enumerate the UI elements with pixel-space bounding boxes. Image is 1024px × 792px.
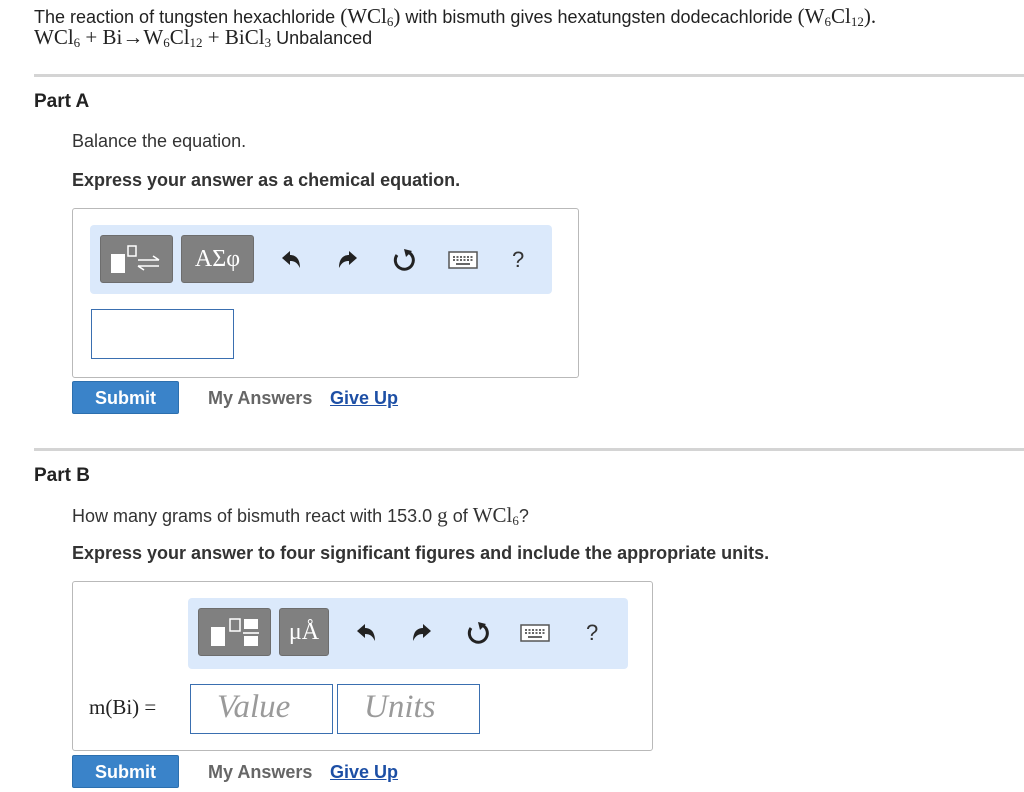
- keyboard-button[interactable]: [448, 245, 478, 275]
- equation-input[interactable]: [91, 309, 234, 359]
- part-b-title: Part B: [34, 465, 90, 486]
- part-b-my-answers-link[interactable]: My Answers: [208, 762, 312, 783]
- part-a-toolbar: ΑΣφ ?: [90, 225, 552, 294]
- problem-intro: The reaction of tungsten hexachloride (W…: [34, 5, 876, 49]
- part-a-submit-button[interactable]: Submit: [72, 381, 179, 414]
- keyboard-button[interactable]: [520, 618, 550, 648]
- templates-icon: [211, 618, 259, 646]
- intro-text-mid: with bismuth gives hexatungsten dodecach…: [405, 7, 793, 27]
- variable-label: m(Bi) =: [89, 695, 157, 719]
- reset-icon: [393, 249, 415, 271]
- undo-icon: [282, 251, 300, 268]
- keyboard-icon: [520, 624, 550, 642]
- redo-button[interactable]: [407, 618, 437, 648]
- undo-icon: [357, 624, 375, 641]
- part-b-give-up-link[interactable]: Give Up: [330, 762, 398, 783]
- units-placeholder: Units: [364, 689, 436, 725]
- help-button[interactable]: ?: [586, 620, 598, 646]
- part-a-title: Part A: [34, 91, 90, 112]
- units-input[interactable]: Units: [337, 684, 480, 734]
- part-a-answer-box: ΑΣφ ?: [72, 208, 579, 378]
- part-a-my-answers-link[interactable]: My Answers: [208, 388, 312, 409]
- part-b-prompt: How many grams of bismuth react with 153…: [72, 503, 529, 528]
- product-formula: (W6Cl12).: [797, 4, 877, 29]
- value-placeholder: Value: [217, 689, 291, 725]
- redo-button[interactable]: [333, 245, 363, 275]
- part-a-prompt: Balance the equation.: [72, 131, 247, 151]
- unbalanced-equation: WCl6 + Bi→W6Cl12 + BiCl3 Unbalanced: [34, 25, 373, 50]
- value-input[interactable]: Value: [190, 684, 333, 734]
- intro-text: The reaction of tungsten hexachloride: [34, 7, 336, 27]
- part-b-toolbar: μÅ ?: [188, 598, 628, 669]
- keyboard-icon: [448, 251, 478, 269]
- templates-icon: [111, 245, 160, 273]
- redo-icon: [339, 251, 357, 268]
- part-b-instruction: Express your answer to four significant …: [72, 543, 770, 563]
- undo-button[interactable]: [276, 245, 306, 275]
- part-b-answer-box: μÅ ? m(Bi) = Value Units: [72, 581, 653, 751]
- reset-button[interactable]: [463, 618, 493, 648]
- part-a-give-up-link[interactable]: Give Up: [330, 388, 398, 409]
- help-button[interactable]: ?: [512, 247, 524, 273]
- reactant-formula: (WCl6): [340, 4, 401, 29]
- reset-icon: [467, 622, 489, 644]
- part-a-instruction: Express your answer as a chemical equati…: [72, 170, 461, 190]
- redo-icon: [413, 624, 431, 641]
- templates-button[interactable]: [198, 608, 271, 656]
- templates-button[interactable]: [100, 235, 173, 283]
- reset-button[interactable]: [389, 245, 419, 275]
- units-button[interactable]: μÅ: [279, 608, 329, 656]
- divider: [34, 448, 1024, 451]
- divider: [34, 74, 1024, 77]
- undo-button[interactable]: [351, 618, 381, 648]
- greek-letters-button[interactable]: ΑΣφ: [181, 235, 254, 283]
- unbalanced-note: Unbalanced: [276, 28, 373, 48]
- part-b-submit-button[interactable]: Submit: [72, 755, 179, 788]
